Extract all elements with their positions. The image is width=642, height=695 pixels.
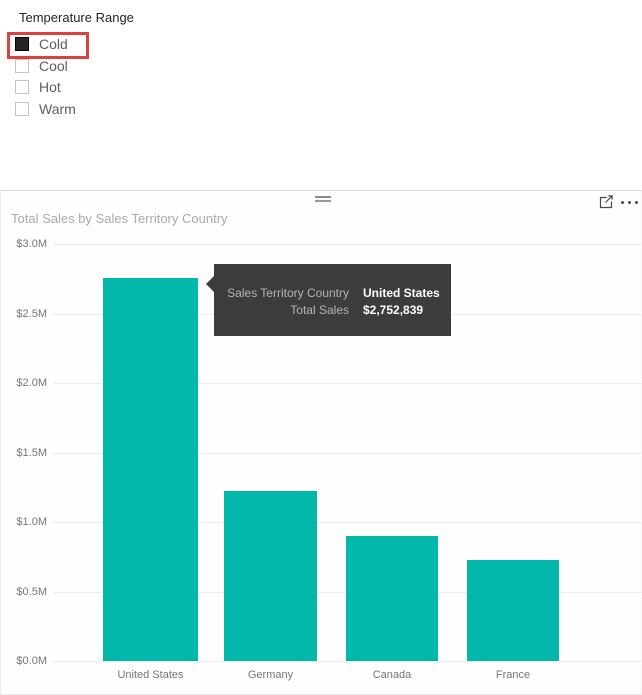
tooltip-category-label: Sales Territory Country <box>227 285 349 302</box>
checkbox-unchecked-icon[interactable] <box>15 59 29 73</box>
checkbox-unchecked-icon[interactable] <box>15 102 29 116</box>
slicer-item-warm[interactable]: Warm <box>15 98 76 120</box>
slicer-title: Temperature Range <box>19 10 134 25</box>
y-axis-tick-label: $0.5M <box>3 586 47 598</box>
slicer-item-label: Cold <box>39 36 68 52</box>
chart-title: Total Sales by Sales Territory Country <box>11 211 228 226</box>
tooltip-category-value: United States <box>363 285 440 302</box>
focus-mode-icon[interactable] <box>597 193 615 211</box>
slicer-item-cool[interactable]: Cool <box>15 55 76 77</box>
slicer-item-label: Warm <box>39 101 76 117</box>
y-axis-tick-label: $0.0M <box>3 655 47 667</box>
slicer-item-list: Cold Cool Hot Warm <box>15 33 76 120</box>
x-axis-label: Germany <box>211 669 331 681</box>
report-canvas: Temperature Range Cold Cool Hot Warm Total … <box>0 0 642 695</box>
tooltip: Sales Territory Country United States To… <box>214 264 451 336</box>
y-axis-tick-label: $2.0M <box>3 377 47 389</box>
bar-canada[interactable] <box>346 536 438 661</box>
y-axis-tick-label: $2.5M <box>3 308 47 320</box>
slicer-item-label: Cool <box>39 58 68 74</box>
checkbox-checked-icon[interactable] <box>15 37 29 51</box>
x-axis-label: United States <box>91 669 211 681</box>
bar-chart-visual: Total Sales by Sales Territory Country $… <box>0 190 642 695</box>
slicer-item-cold[interactable]: Cold <box>15 33 76 55</box>
drag-handle-icon[interactable] <box>307 196 339 204</box>
checkbox-unchecked-icon[interactable] <box>15 80 29 94</box>
x-axis-label: France <box>453 669 573 681</box>
bar-united-states[interactable] <box>103 278 198 661</box>
slicer-item-label: Hot <box>39 79 61 95</box>
tooltip-measure-value: $2,752,839 <box>363 302 423 319</box>
slicer-item-hot[interactable]: Hot <box>15 76 76 98</box>
y-axis-tick-label: $1.0M <box>3 516 47 528</box>
tooltip-measure-label: Total Sales <box>227 302 349 319</box>
y-axis-tick-label: $3.0M <box>3 238 47 250</box>
temperature-range-slicer: Temperature Range Cold Cool Hot Warm <box>0 0 260 130</box>
bar-germany[interactable] <box>224 491 317 661</box>
x-axis-label: Canada <box>332 669 452 681</box>
more-options-icon[interactable] <box>617 197 641 207</box>
gridline <box>53 244 642 245</box>
gridline <box>53 661 642 662</box>
y-axis-tick-label: $1.5M <box>3 447 47 459</box>
tooltip-arrow-icon <box>206 276 214 292</box>
bar-france[interactable] <box>467 560 559 661</box>
